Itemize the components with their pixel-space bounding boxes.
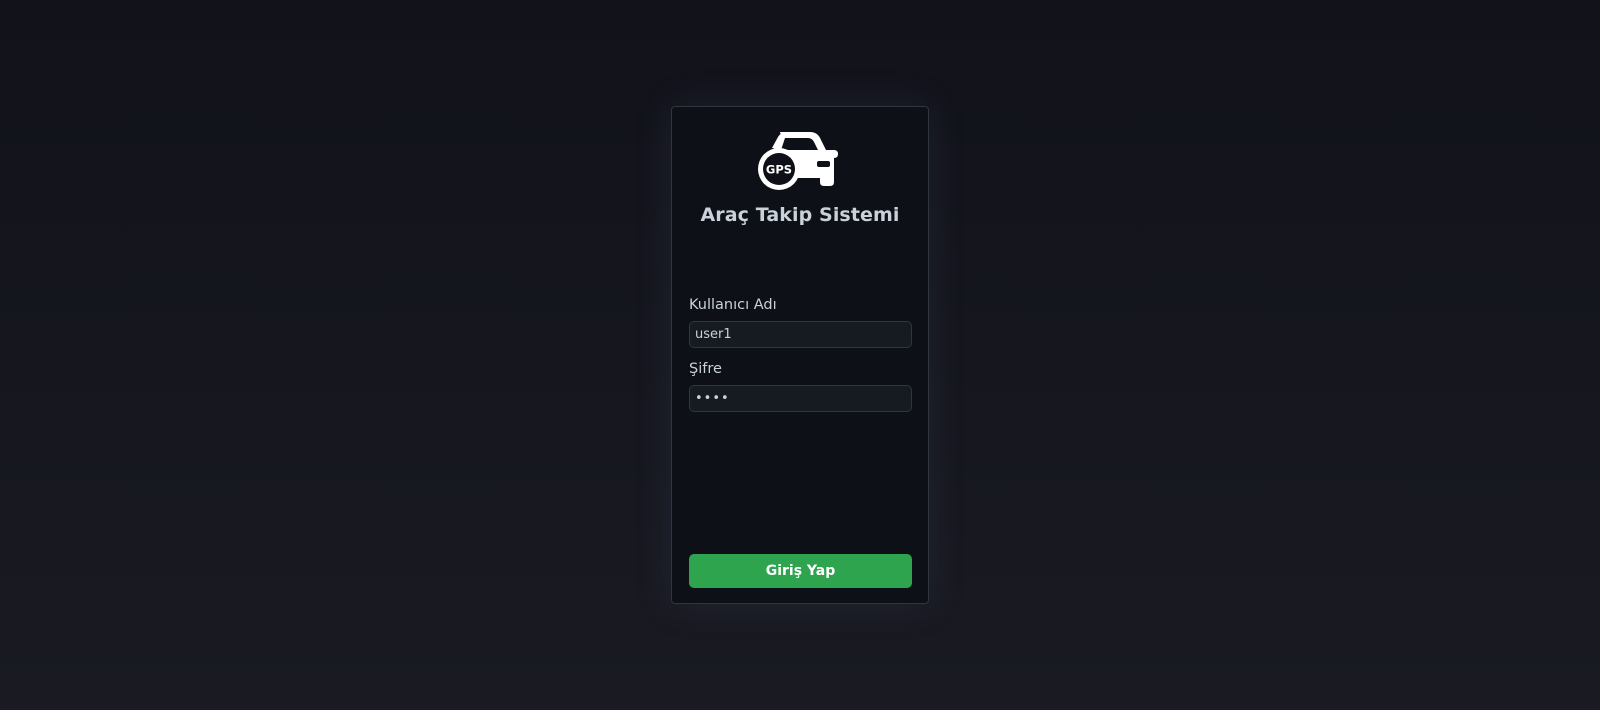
login-card: GPS Araç Takip Sistemi Kullanıcı Adı Şif… (671, 106, 929, 604)
password-input[interactable] (689, 385, 912, 412)
gps-car-icon: GPS (758, 132, 838, 190)
password-label: Şifre (689, 361, 722, 377)
username-input[interactable] (689, 321, 912, 348)
username-label: Kullanıcı Adı (689, 297, 777, 313)
app-title: Araç Takip Sistemi (700, 204, 900, 226)
svg-text:GPS: GPS (766, 163, 792, 177)
login-button[interactable]: Giriş Yap (689, 554, 912, 588)
